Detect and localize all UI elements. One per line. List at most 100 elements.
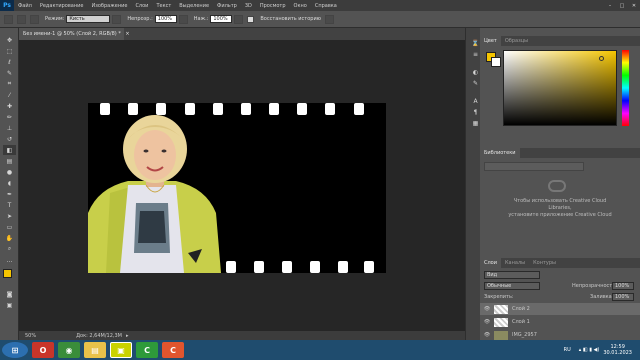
menu-image[interactable]: Изображение	[87, 3, 131, 9]
camtasia-green-icon[interactable]: C	[136, 342, 158, 358]
restore-history-label: Восстановить историю	[260, 16, 321, 22]
opacity-field[interactable]: 100%	[612, 282, 634, 290]
film-hole	[282, 261, 292, 273]
mode-label: Режим:	[45, 16, 65, 22]
screen-mode-icon[interactable]: ▣	[3, 300, 16, 310]
lock-label: Закрепить:	[484, 294, 514, 300]
person-photo	[88, 115, 221, 273]
crop-tool-icon[interactable]: ⌗	[3, 79, 16, 89]
close-icon[interactable]: ✕	[628, 0, 640, 11]
flow-field[interactable]: 100%	[210, 15, 233, 23]
eraser-tool-icon[interactable]	[4, 14, 13, 24]
menu-layers[interactable]: Слои	[131, 3, 152, 9]
dodge-tool-icon[interactable]: ◖	[3, 178, 16, 188]
tab-layers[interactable]: Слои	[480, 258, 501, 268]
menu-file[interactable]: Файл	[14, 3, 36, 9]
document-tab[interactable]: Без имени-1 @ 50% (Слой 2, RGB/8) * ×	[19, 28, 130, 40]
canvas-image[interactable]	[88, 103, 386, 273]
layer-row[interactable]: 👁 Слой 1	[480, 316, 640, 328]
menu-3d[interactable]: 3D	[241, 3, 256, 9]
film-hole	[241, 103, 251, 115]
menu-filter[interactable]: Фильтр	[213, 3, 241, 9]
media-app-icon[interactable]: ▣	[110, 342, 132, 358]
tablet-pressure-icon[interactable]	[324, 14, 334, 24]
airbrush-icon[interactable]	[178, 14, 188, 24]
stamp-tool-icon[interactable]: ⊥	[3, 123, 16, 133]
gradient-tool-icon[interactable]: ▤	[3, 156, 16, 166]
menu-help[interactable]: Справка	[311, 3, 341, 9]
color-picker-handle[interactable]	[599, 56, 604, 61]
marquee-tool-icon[interactable]: ⬚	[3, 46, 16, 56]
menu-select[interactable]: Выделение	[175, 3, 213, 9]
panel-bg-swatch[interactable]	[491, 57, 501, 67]
quick-mask-icon[interactable]: ◙	[3, 289, 16, 299]
minimize-icon[interactable]: –	[604, 0, 616, 11]
tray-icons[interactable]: ▴ ◧ ▮ ◀)	[579, 347, 600, 353]
library-select[interactable]	[484, 162, 584, 171]
type-tool-icon[interactable]: T	[3, 200, 16, 210]
shape-tool-icon[interactable]: ▭	[3, 222, 16, 232]
pressure-icon[interactable]	[112, 14, 122, 24]
blur-tool-icon[interactable]: ●	[3, 167, 16, 177]
blend-mode-select[interactable]: Обычные	[484, 282, 540, 290]
explorer-icon[interactable]: ▤	[84, 342, 106, 358]
visibility-eye-icon[interactable]: 👁	[480, 332, 494, 338]
clock[interactable]: 12:59 30.01.2023	[603, 344, 632, 356]
camtasia-orange-icon[interactable]: C	[162, 342, 184, 358]
start-button[interactable]: ⊞	[2, 342, 28, 358]
healing-tool-icon[interactable]: ✚	[3, 101, 16, 111]
layer-row[interactable]: 👁 Слой 2	[480, 303, 640, 315]
restore-history-checkbox[interactable]	[247, 15, 255, 23]
right-panels: Цвет Образцы Библиотеки Чтобы использова…	[480, 28, 640, 354]
zoom-level[interactable]: 50%	[25, 333, 36, 339]
lasso-tool-icon[interactable]: ℓ	[3, 57, 16, 67]
menu-edit[interactable]: Редактирование	[36, 3, 88, 9]
pressure-field[interactable]: 100%	[154, 15, 177, 23]
film-hole	[254, 261, 264, 273]
pen-tool-icon[interactable]: ✒	[3, 189, 16, 199]
foreground-color-swatch[interactable]	[3, 269, 12, 278]
fill-label: Заливка:	[590, 294, 614, 300]
color-field[interactable]	[503, 50, 617, 126]
mode-select[interactable]: Кисть	[66, 15, 111, 23]
pressure-label: Непрозр.:	[127, 16, 153, 22]
opera-icon[interactable]: O	[32, 342, 54, 358]
quick-select-tool-icon[interactable]: ✎	[3, 68, 16, 78]
tab-paths[interactable]: Контуры	[529, 260, 560, 266]
maximize-icon[interactable]: □	[616, 0, 628, 11]
eraser-tool-icon[interactable]: ◧	[3, 145, 16, 155]
layer-thumbnail	[494, 317, 508, 327]
menu-view[interactable]: Просмотр	[256, 3, 290, 9]
visibility-eye-icon[interactable]: 👁	[480, 306, 494, 312]
creative-cloud-icon	[548, 180, 566, 192]
path-select-tool-icon[interactable]: ➤	[3, 211, 16, 221]
zoom-tool-icon[interactable]: ⌕	[3, 244, 16, 254]
eyedropper-tool-icon[interactable]: ⁄	[3, 90, 16, 100]
hue-slider[interactable]	[622, 50, 629, 126]
move-tool-icon[interactable]: ✥	[3, 35, 16, 45]
flow-pressure-icon[interactable]	[234, 14, 244, 24]
brush-tool-icon[interactable]: ✏	[3, 112, 16, 122]
tab-color[interactable]: Цвет	[480, 36, 501, 46]
language-indicator[interactable]: RU	[564, 347, 571, 353]
tools-panel: ✥ ⬚ ℓ ✎ ⌗ ⁄ ✚ ✏ ⊥ ↺ ◧ ▤ ● ◖ ✒ T ➤ ▭ ✋ ⌕ …	[0, 28, 19, 340]
menu-bar: Ps Файл Редактирование Изображение Слои …	[0, 0, 640, 11]
extras-icon[interactable]: …	[3, 255, 16, 265]
tab-libraries[interactable]: Библиотеки	[480, 148, 520, 158]
history-brush-tool-icon[interactable]: ↺	[3, 134, 16, 144]
layers-panel-tabs: Слои Каналы Контуры	[480, 258, 640, 268]
layer-thumbnail	[494, 330, 508, 340]
tab-channels[interactable]: Каналы	[501, 260, 529, 266]
layer-filter-select[interactable]: Вид	[484, 271, 540, 279]
brush-preset-icon[interactable]	[17, 14, 26, 24]
menu-window[interactable]: Окно	[290, 3, 311, 9]
hand-tool-icon[interactable]: ✋	[3, 233, 16, 243]
close-tab-icon[interactable]: ×	[125, 31, 129, 37]
chrome-icon[interactable]: ◉	[58, 342, 80, 358]
fill-field[interactable]: 100%	[612, 293, 634, 301]
status-arrow-icon[interactable]: ▸	[126, 333, 129, 339]
menu-type[interactable]: Текст	[152, 3, 175, 9]
tab-swatches[interactable]: Образцы	[501, 38, 532, 44]
brush-panel-icon[interactable]	[30, 14, 39, 24]
visibility-eye-icon[interactable]: 👁	[480, 319, 494, 325]
